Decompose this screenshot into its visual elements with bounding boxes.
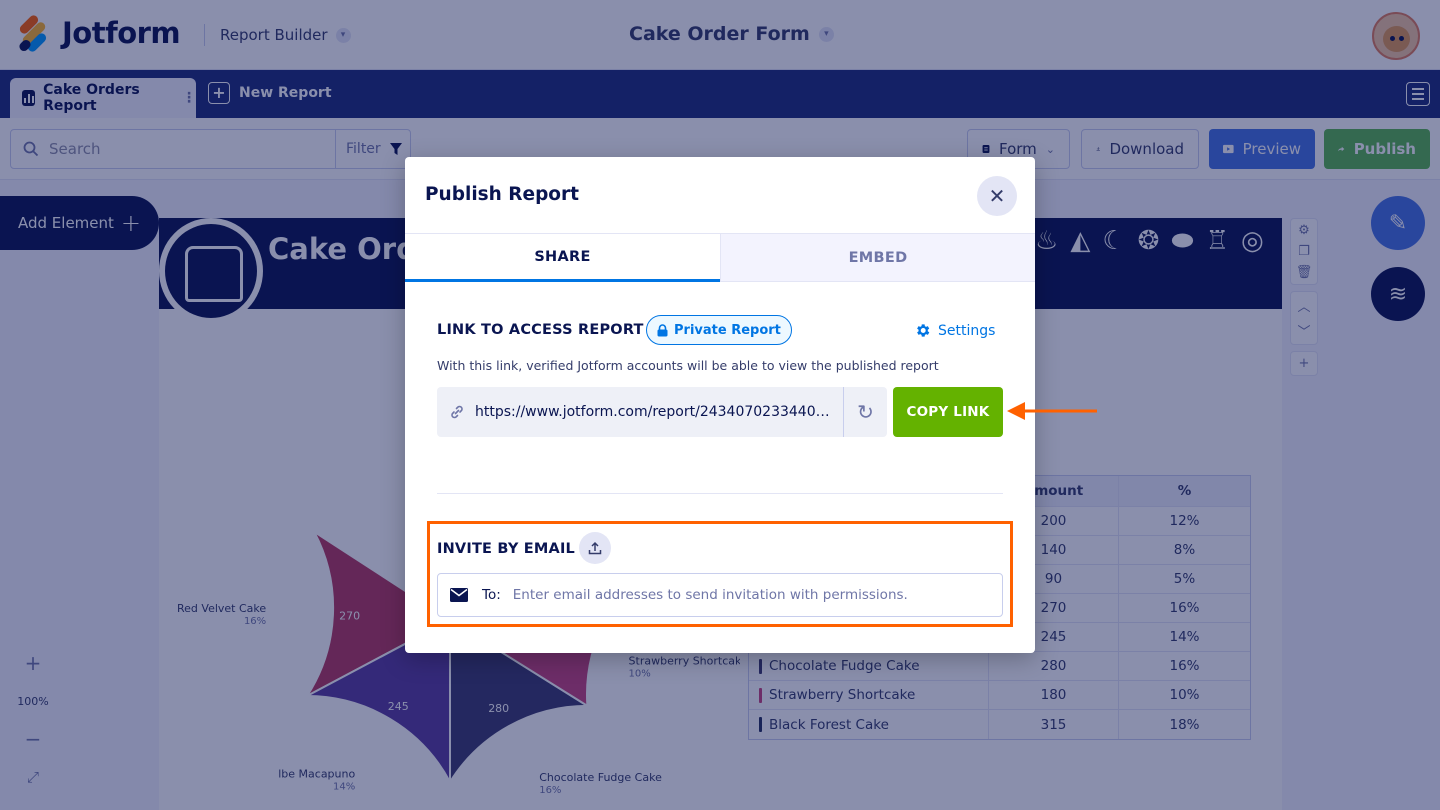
email-invite-field[interactable]: To:: [437, 573, 1003, 617]
dialog-header: Publish Report ✕: [405, 157, 1035, 234]
email-input[interactable]: [512, 587, 983, 603]
settings-label: Settings: [938, 322, 996, 339]
to-label: To:: [482, 587, 501, 603]
private-report-label: Private Report: [674, 322, 781, 338]
lock-icon: [657, 323, 668, 336]
private-report-badge[interactable]: Private Report: [646, 315, 792, 345]
dialog-tabs: SHARE EMBED: [405, 234, 1035, 282]
link-description: With this link, verified Jotform account…: [437, 358, 939, 373]
publish-report-dialog: Publish Report ✕ SHARE EMBED LINK TO ACC…: [405, 157, 1035, 653]
report-url: https://www.jotform.com/report/243407023…: [475, 404, 835, 420]
tab-share[interactable]: SHARE: [405, 234, 720, 282]
dialog-title: Publish Report: [425, 184, 579, 205]
invite-section-heading: INVITE BY EMAIL: [437, 541, 575, 557]
link-section-heading: LINK TO ACCESS REPORT: [437, 322, 644, 338]
report-link-field[interactable]: https://www.jotform.com/report/243407023…: [437, 387, 844, 437]
settings-link[interactable]: Settings: [914, 322, 995, 339]
link-icon: [451, 405, 463, 419]
copy-link-button[interactable]: COPY LINK: [893, 387, 1003, 437]
refresh-icon: ↻: [857, 400, 874, 424]
regenerate-link-button[interactable]: ↻: [843, 387, 887, 437]
tab-embed[interactable]: EMBED: [720, 234, 1035, 282]
annotation-arrow-icon: [1007, 402, 1097, 420]
upload-contacts-button[interactable]: [579, 532, 611, 564]
envelope-icon: [450, 588, 468, 602]
close-button[interactable]: ✕: [977, 176, 1017, 216]
close-icon: ✕: [988, 184, 1006, 208]
gear-icon: [917, 324, 930, 337]
upload-icon: [588, 541, 602, 555]
divider: [437, 493, 1003, 494]
